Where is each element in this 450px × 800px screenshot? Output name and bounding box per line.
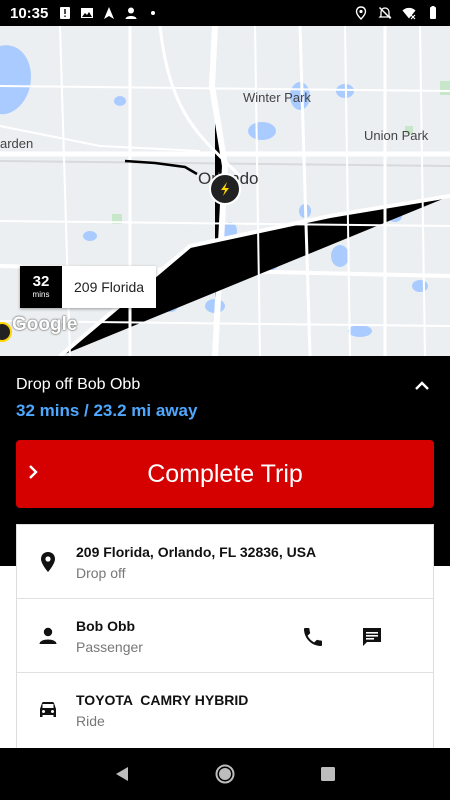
location-icon [355, 6, 367, 20]
mute-icon [378, 7, 392, 19]
back-triangle-icon [115, 767, 128, 781]
destination-chip[interactable]: 32 mins 209 Florida [20, 266, 157, 308]
detail-row-dropoff[interactable]: 209 Florida, Orlando, FL 32836, USA Drop… [17, 525, 433, 599]
trip-eta: 32 mins / 23.2 mi away [16, 401, 198, 420]
vehicle-label: Ride [76, 713, 105, 729]
status-time: 10:35 [10, 4, 49, 22]
driver-location-marker[interactable] [209, 173, 241, 205]
destination-eta-value: 32 [32, 273, 50, 290]
destination-name: 209 Florida [74, 279, 145, 295]
recents-square-icon [321, 767, 336, 781]
person-icon [39, 627, 57, 644]
vehicle-model: TOYOTA CAMRY HYBRID [76, 692, 249, 708]
destination-eta-box: 32 mins [20, 266, 62, 308]
wifi-icon [402, 7, 416, 20]
status-left-icons [58, 6, 160, 20]
message-icon[interactable] [360, 625, 384, 649]
map-view[interactable]: Winter Park Union Park arden Orlando 32 … [0, 26, 450, 356]
back-button[interactable] [110, 762, 134, 786]
map-label-union-park: Union Park [364, 128, 429, 143]
detail-row-passenger: Bob Obb Passenger [17, 599, 433, 673]
image-icon [81, 8, 94, 18]
destination-eta-unit: mins [32, 290, 50, 299]
dot-icon [151, 11, 156, 15]
lightning-icon [221, 182, 229, 196]
dropoff-address: 209 Florida, Orlando, FL 32836, USA [76, 544, 317, 560]
navigation-icon [104, 7, 115, 19]
passenger-label: Passenger [76, 639, 143, 655]
battery-icon [430, 6, 436, 19]
map-label-winter-park: Winter Park [243, 90, 311, 105]
passenger-name: Bob Obb [76, 618, 136, 634]
chevron-right-icon [29, 465, 38, 479]
complete-trip-label: Complete Trip [147, 459, 303, 488]
person-icon [125, 7, 137, 19]
car-icon [40, 702, 56, 717]
map-label-garden: arden [0, 136, 34, 151]
home-button[interactable] [213, 762, 237, 786]
trip-details-card: 209 Florida, Orlando, FL 32836, USA Drop… [16, 524, 434, 748]
status-bar: 10:35 [0, 0, 450, 26]
google-logo: Google [12, 314, 78, 335]
alert-icon [60, 7, 71, 19]
location-pin-icon [41, 552, 55, 572]
trip-title: Drop off Bob Obb [16, 376, 141, 393]
detail-row-ride: TOYOTA CAMRY HYBRID Ride [17, 673, 433, 747]
system-nav-bar [0, 748, 450, 800]
chevron-up-icon[interactable] [412, 376, 432, 396]
dropoff-label: Drop off [76, 565, 126, 581]
recents-button[interactable] [316, 762, 340, 786]
complete-trip-button[interactable]: Complete Trip [16, 440, 434, 508]
phone-icon[interactable] [301, 625, 325, 649]
status-right-icons [354, 6, 440, 20]
home-circle-icon [215, 764, 235, 784]
